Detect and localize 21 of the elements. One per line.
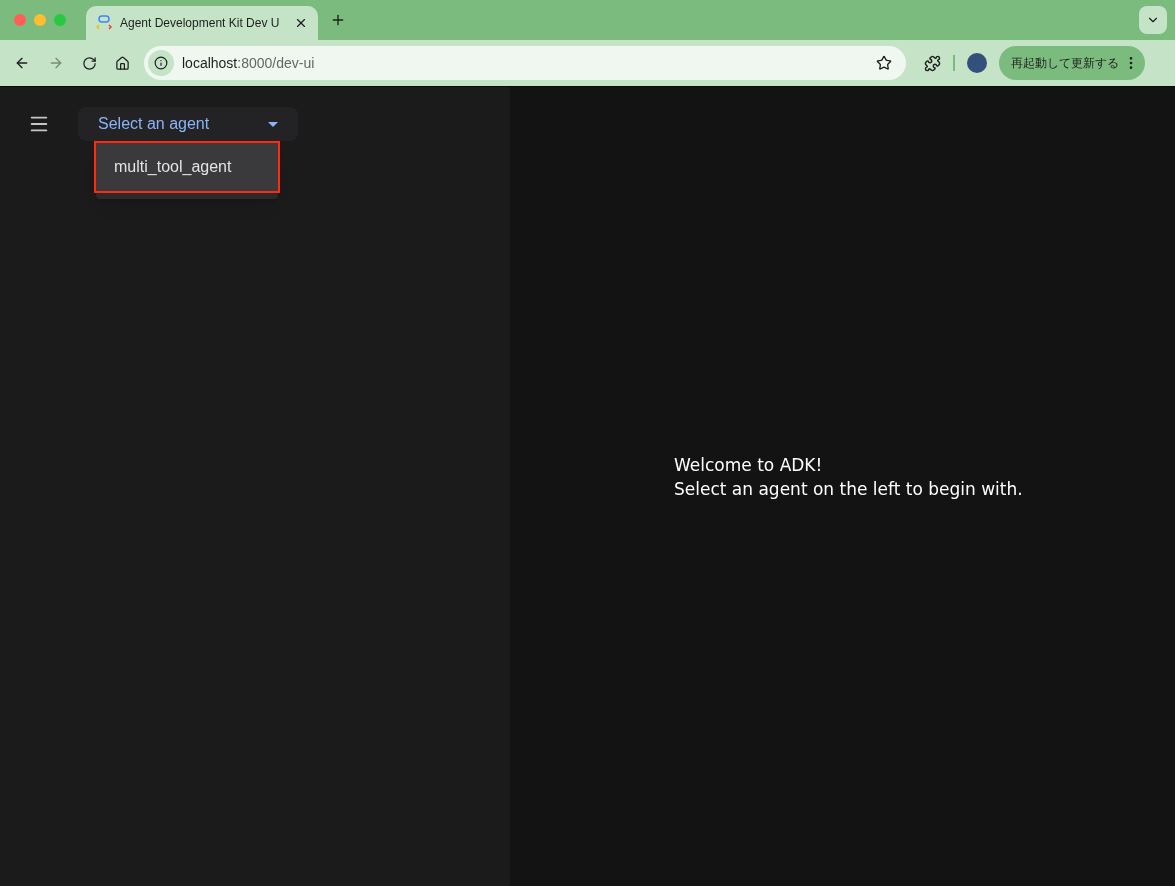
welcome-text: Welcome to ADK!: [674, 453, 824, 477]
welcome-text: Select an agent on the left to begin with.: [674, 477, 1023, 501]
back-icon[interactable]: [14, 55, 30, 71]
close-icon[interactable]: [294, 16, 308, 30]
dropdown-caret-icon: [268, 121, 278, 127]
new-tab-icon[interactable]: [330, 12, 346, 28]
avatar[interactable]: [967, 53, 987, 73]
home-icon[interactable]: [115, 55, 130, 71]
tab-title: Agent Development Kit Dev U: [120, 15, 281, 32]
address-bar[interactable]: localhost:8000/dev-ui: [144, 46, 906, 80]
reload-icon[interactable]: [82, 55, 97, 71]
agent-select[interactable]: Select an agent: [78, 107, 298, 141]
agent-option[interactable]: multi_tool_agent: [96, 143, 278, 191]
forward-icon[interactable]: [48, 55, 64, 71]
robot-icon: [96, 15, 112, 31]
update-button[interactable]: 再起動して更新する: [999, 46, 1145, 80]
bookmark-star-icon[interactable]: [876, 55, 892, 71]
url-text: localhost:8000/dev-ui: [182, 53, 316, 73]
info-icon[interactable]: [154, 56, 168, 70]
browser-tab[interactable]: Agent Development Kit Dev U: [86, 6, 318, 40]
extensions-icon[interactable]: [924, 54, 941, 72]
